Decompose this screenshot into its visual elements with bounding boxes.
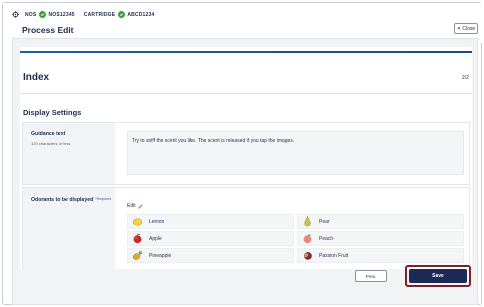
prev-button[interactable]: Prev. bbox=[355, 270, 387, 282]
edit-label: Edit bbox=[127, 203, 136, 209]
pencil-icon bbox=[138, 203, 143, 209]
odorant-item[interactable]: Lemon bbox=[127, 214, 294, 229]
odorant-name: Pear bbox=[319, 218, 330, 225]
close-button[interactable]: ✕ Close bbox=[454, 23, 478, 34]
odorant-item[interactable]: Apple bbox=[127, 231, 294, 246]
odorant-item[interactable]: Peach bbox=[297, 231, 464, 246]
odorant-item[interactable]: Pear bbox=[297, 214, 464, 229]
passion-fruit-icon bbox=[302, 250, 313, 261]
progress-bar bbox=[20, 51, 472, 53]
odorant-name: Pineapple bbox=[149, 252, 172, 259]
odorant-item[interactable]: Passion Fruit bbox=[297, 248, 464, 263]
odorants-row: Odorants to be displayed *Required Edit L… bbox=[22, 187, 470, 269]
guidance-textarea[interactable]: Try to sniff the scent you like. The sce… bbox=[127, 131, 464, 175]
scroll-area[interactable]: Index 2/2 Display Settings Guidance text… bbox=[20, 47, 472, 269]
odorant-name: Peach bbox=[319, 235, 334, 242]
pear-icon bbox=[302, 216, 313, 227]
odorant-name: Apple bbox=[149, 235, 162, 242]
required-badge: *Required bbox=[95, 197, 112, 201]
pineapple-icon bbox=[132, 250, 143, 261]
content-card: Index 2/2 Display Settings Guidance text… bbox=[12, 38, 478, 305]
cartridge-label: CARTRIDGE bbox=[83, 11, 116, 18]
page-title: Process Edit bbox=[22, 25, 74, 35]
nos-label: NOS bbox=[25, 11, 37, 18]
odorant-name: Lemon bbox=[149, 218, 165, 225]
section-heading: Index bbox=[23, 72, 50, 83]
page-indicator: 2/2 bbox=[462, 75, 469, 81]
odorants-label-cell: Odorants to be displayed *Required bbox=[23, 188, 115, 269]
guidance-label: Guidance text bbox=[31, 131, 66, 137]
divider bbox=[20, 93, 472, 94]
nos-value: NOS12345 bbox=[48, 11, 75, 18]
gear-icon[interactable] bbox=[12, 11, 19, 18]
check-icon bbox=[39, 11, 47, 18]
save-button-focus-ring: Save bbox=[405, 265, 471, 287]
save-button[interactable]: Save bbox=[409, 269, 467, 283]
display-settings-title: Display Settings bbox=[23, 108, 82, 117]
guidance-row: Guidance text 120 characters or less Try… bbox=[22, 122, 470, 185]
odorant-name: Passion Fruit bbox=[319, 252, 349, 259]
check-icon bbox=[118, 11, 126, 18]
peach-icon bbox=[302, 233, 313, 244]
app-window: NOS NOS12345 CARTRIDGE ABCD1234 Process … bbox=[2, 2, 483, 305]
odorant-item[interactable]: Pineapple bbox=[127, 248, 294, 263]
odorants-label: Odorants to be displayed bbox=[31, 197, 94, 203]
guidance-sublabel: 120 characters or less bbox=[31, 141, 71, 146]
lemon-icon bbox=[132, 216, 143, 227]
cartridge-value: ABCD1234 bbox=[127, 11, 155, 18]
guidance-label-cell: Guidance text 120 characters or less bbox=[23, 123, 115, 184]
top-bar: NOS NOS12345 CARTRIDGE ABCD1234 Process … bbox=[3, 3, 483, 43]
apple-icon bbox=[132, 233, 143, 244]
status-bar: NOS NOS12345 CARTRIDGE ABCD1234 bbox=[12, 11, 154, 18]
edit-link[interactable]: Edit bbox=[127, 203, 143, 209]
